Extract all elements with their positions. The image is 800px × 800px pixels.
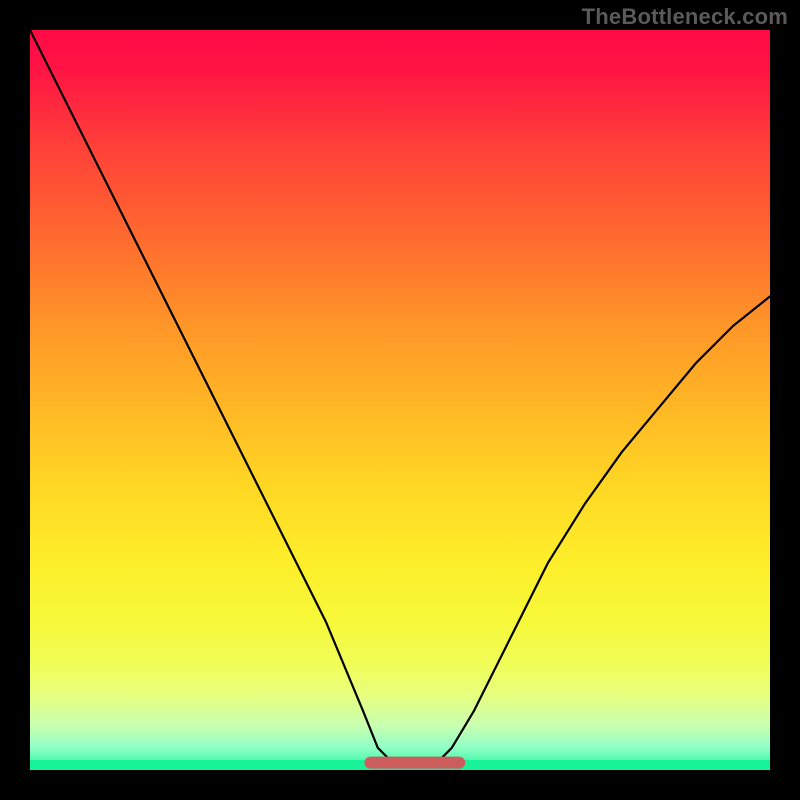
curve-svg (30, 30, 770, 770)
bottleneck-curve (30, 30, 770, 766)
chart-frame: TheBottleneck.com (0, 0, 800, 800)
plot-area (30, 30, 770, 770)
attribution-label: TheBottleneck.com (582, 4, 788, 30)
